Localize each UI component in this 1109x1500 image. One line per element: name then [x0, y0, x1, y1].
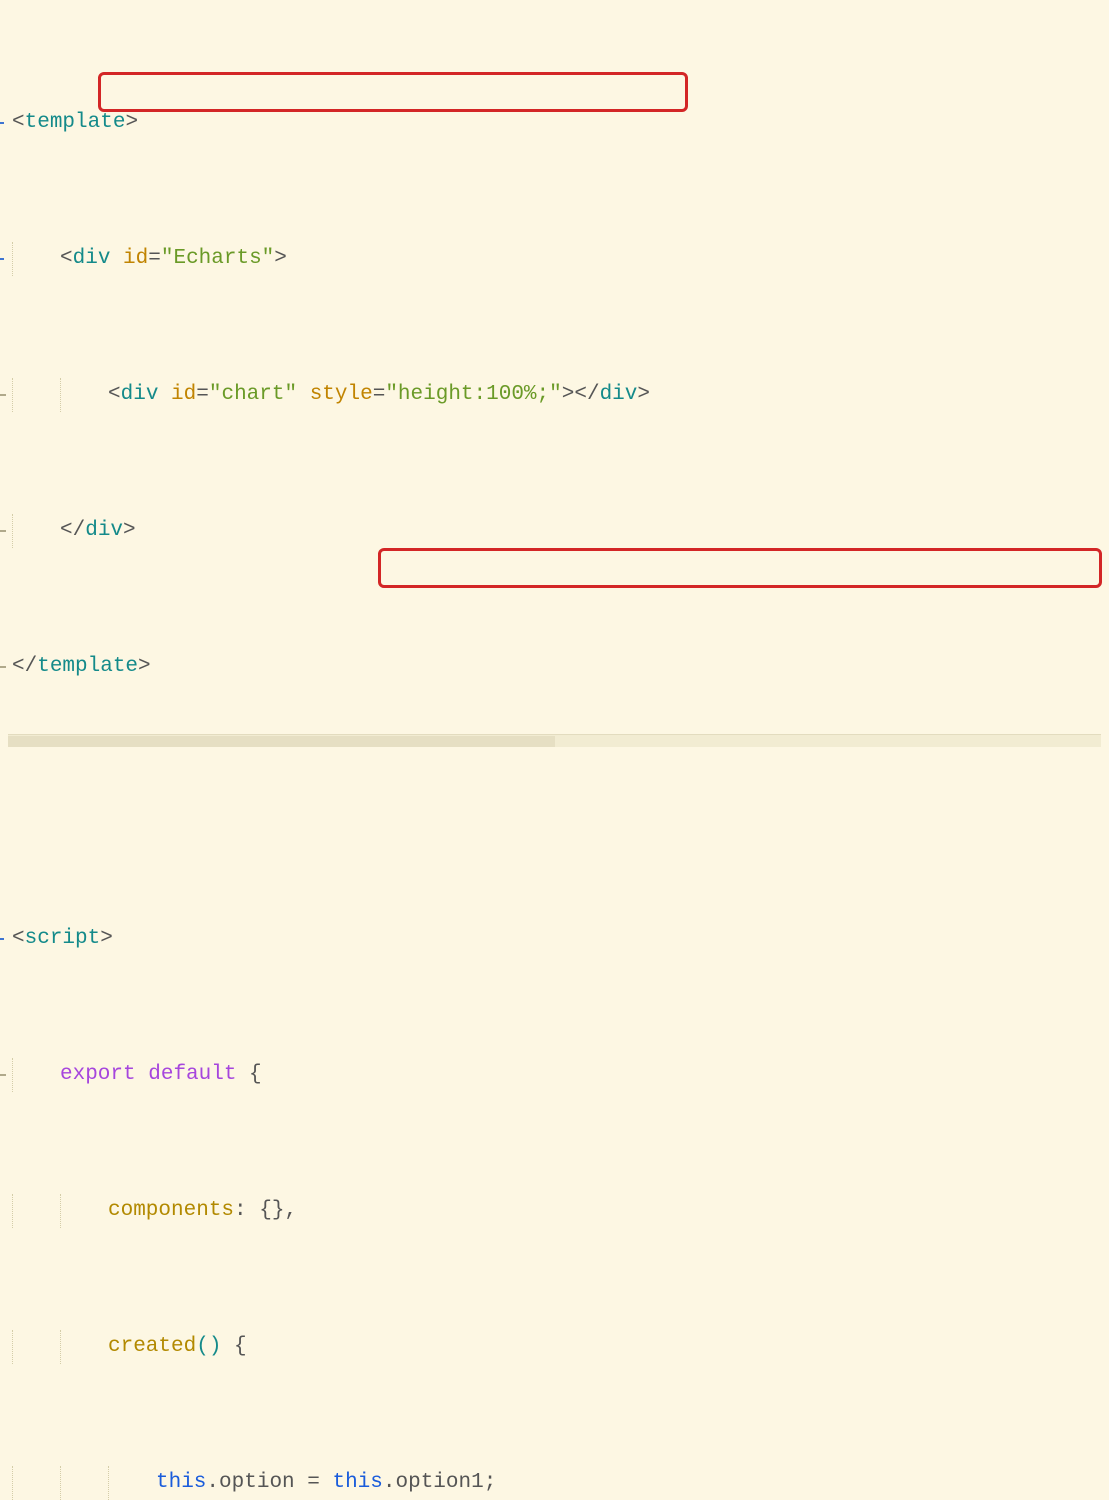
code-line: </div>	[0, 514, 1109, 548]
fold-tick-icon	[0, 1074, 6, 1076]
code-line: <div id="Echarts">	[0, 242, 1109, 276]
code-line: <template>	[0, 106, 1109, 140]
fold-tick-icon	[0, 530, 6, 532]
code-line: this.option = this.option1;	[0, 1466, 1109, 1500]
horizontal-scrollbar[interactable]	[8, 734, 1101, 747]
fold-tick-icon	[0, 394, 6, 396]
code-editor[interactable]: <template> <div id="Echarts"> <div id="c…	[0, 4, 1109, 1500]
code-line: <div id="chart" style="height:100%;"></d…	[0, 378, 1109, 412]
code-line: </template>	[0, 650, 1109, 684]
scrollbar-thumb[interactable]	[8, 736, 555, 747]
code-line	[0, 786, 1109, 820]
code-line: components: {},	[0, 1194, 1109, 1228]
fold-tick-icon	[0, 258, 4, 260]
code-line: created() {	[0, 1330, 1109, 1364]
code-line: <script>	[0, 922, 1109, 956]
fold-tick-icon	[0, 938, 4, 940]
fold-tick-icon	[0, 666, 6, 668]
highlight-box-2	[378, 548, 1102, 588]
code-line: export default {	[0, 1058, 1109, 1092]
fold-tick-icon	[0, 122, 4, 124]
